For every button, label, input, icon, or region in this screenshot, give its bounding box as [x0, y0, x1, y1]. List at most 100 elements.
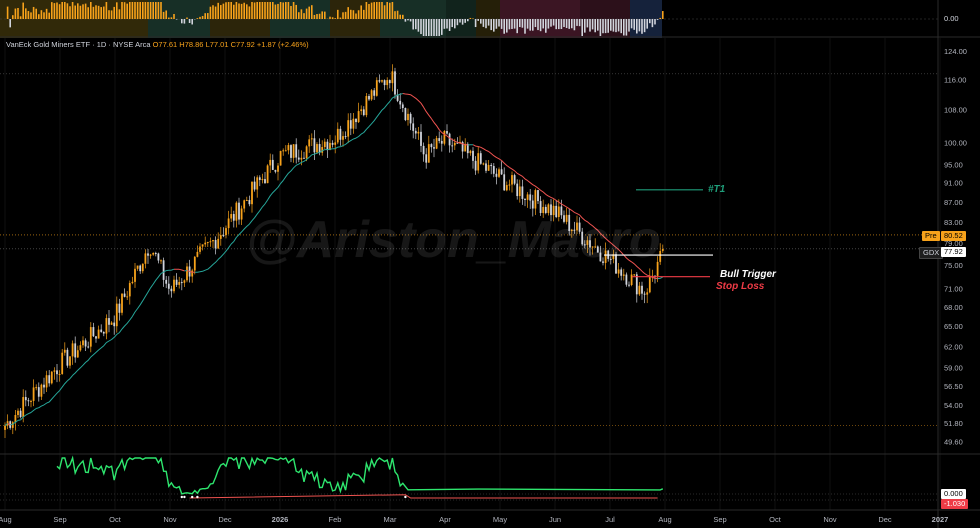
candle-body	[531, 200, 534, 209]
candle-body	[167, 283, 170, 289]
histogram-bar	[329, 16, 331, 19]
histogram-bar	[308, 6, 310, 19]
histogram-bar	[264, 2, 266, 19]
histogram-bar	[217, 2, 219, 19]
histogram-bar	[279, 2, 282, 19]
histogram-bar	[12, 15, 14, 19]
candle-body	[534, 190, 537, 209]
candle-body	[191, 270, 194, 277]
histogram-bar	[659, 17, 661, 19]
candle-body	[261, 179, 264, 181]
candle-body	[186, 266, 188, 281]
candle-body	[147, 253, 149, 256]
y-tick-label: 116.00	[944, 75, 966, 84]
histogram-bar	[316, 14, 318, 19]
candle-body	[492, 166, 495, 174]
pre-market-price-badge: 80.52	[941, 231, 966, 241]
histogram-bar	[649, 19, 651, 24]
histogram-bar	[290, 5, 292, 20]
candle-body	[482, 163, 485, 165]
oscillator-dot	[404, 495, 407, 499]
candle-body	[183, 280, 186, 283]
histogram-bar	[84, 3, 87, 19]
candle-body	[139, 265, 142, 272]
histogram-bar	[235, 2, 238, 19]
candle-body	[383, 80, 386, 86]
candle-body	[323, 141, 326, 148]
candle-body	[14, 414, 17, 423]
histogram-bar	[383, 5, 386, 19]
candle-body	[388, 80, 391, 84]
histogram-bar	[9, 19, 11, 28]
x-tick-label: Mar	[384, 515, 397, 524]
histogram-bar	[131, 2, 134, 19]
candle-body	[258, 177, 261, 180]
candle-body	[45, 375, 48, 388]
candle-body	[274, 169, 277, 172]
histogram-bar	[615, 19, 617, 33]
candle-body	[620, 269, 623, 276]
histogram-bar	[191, 19, 193, 25]
histogram-bar	[464, 19, 466, 23]
histogram-bar	[303, 13, 305, 19]
open-value: O77.61	[152, 40, 178, 49]
histogram-bar	[14, 8, 17, 19]
histogram-bar	[511, 19, 513, 29]
histogram-bar	[612, 19, 615, 32]
x-tick-label: Feb	[329, 515, 342, 524]
y-tick-label: 59.00	[944, 363, 963, 372]
histogram-bar	[368, 3, 370, 20]
candle-body	[84, 340, 87, 347]
candle-body	[661, 248, 664, 251]
histogram-bar	[581, 19, 583, 36]
histogram-bar	[188, 19, 191, 23]
candle-body	[394, 71, 396, 95]
y-tick-label: 49.60	[944, 437, 963, 446]
histogram-bar	[516, 19, 518, 34]
time-axis[interactable]: Aug Sep Oct Nov Dec 2026 Feb Mar Apr May Jun Jul Aug…	[0, 515, 948, 524]
histogram-bar	[550, 19, 552, 27]
candle-body	[331, 142, 334, 145]
candle-body	[453, 142, 456, 146]
histogram-bar	[607, 19, 609, 33]
histogram-bar	[513, 19, 516, 29]
candle-body	[37, 387, 40, 397]
candle-body	[326, 141, 329, 151]
candle-body	[206, 242, 209, 244]
oscillator-red-line	[189, 494, 658, 499]
candle-body	[217, 238, 220, 249]
y-tick-label: 71.00	[944, 285, 963, 294]
histogram-bar	[118, 9, 121, 19]
histogram-bar	[438, 19, 440, 36]
candle-body	[521, 186, 524, 199]
histogram-bar	[638, 19, 641, 32]
histogram-bar	[498, 19, 500, 27]
histogram-bar	[604, 19, 607, 34]
histogram-bar	[69, 6, 71, 19]
histogram-bar	[589, 19, 591, 32]
histogram-bar	[386, 2, 388, 19]
candle-body	[300, 157, 303, 160]
candle-body	[232, 214, 235, 221]
candle-body	[422, 145, 425, 155]
candle-body	[370, 90, 373, 100]
histogram-bar	[506, 19, 508, 33]
histogram-bar	[651, 19, 654, 28]
histogram-bar	[251, 2, 253, 19]
bottom-pane-value-badge: -1.030	[941, 499, 969, 509]
histogram-bar	[467, 19, 469, 22]
histogram-bar	[355, 13, 357, 19]
candle-body	[633, 274, 636, 276]
candle-body	[287, 145, 290, 151]
histogram-bar	[110, 10, 113, 19]
x-tick-label: Jul	[605, 515, 615, 524]
candle-body	[277, 165, 279, 172]
candle-body	[69, 356, 71, 366]
histogram-bar	[495, 19, 498, 29]
histogram-bar	[662, 11, 664, 19]
histogram-bar	[594, 19, 596, 33]
histogram-bar	[617, 19, 620, 32]
candle-body	[414, 130, 417, 134]
histogram-bar	[474, 19, 477, 28]
candle-body	[391, 71, 394, 84]
